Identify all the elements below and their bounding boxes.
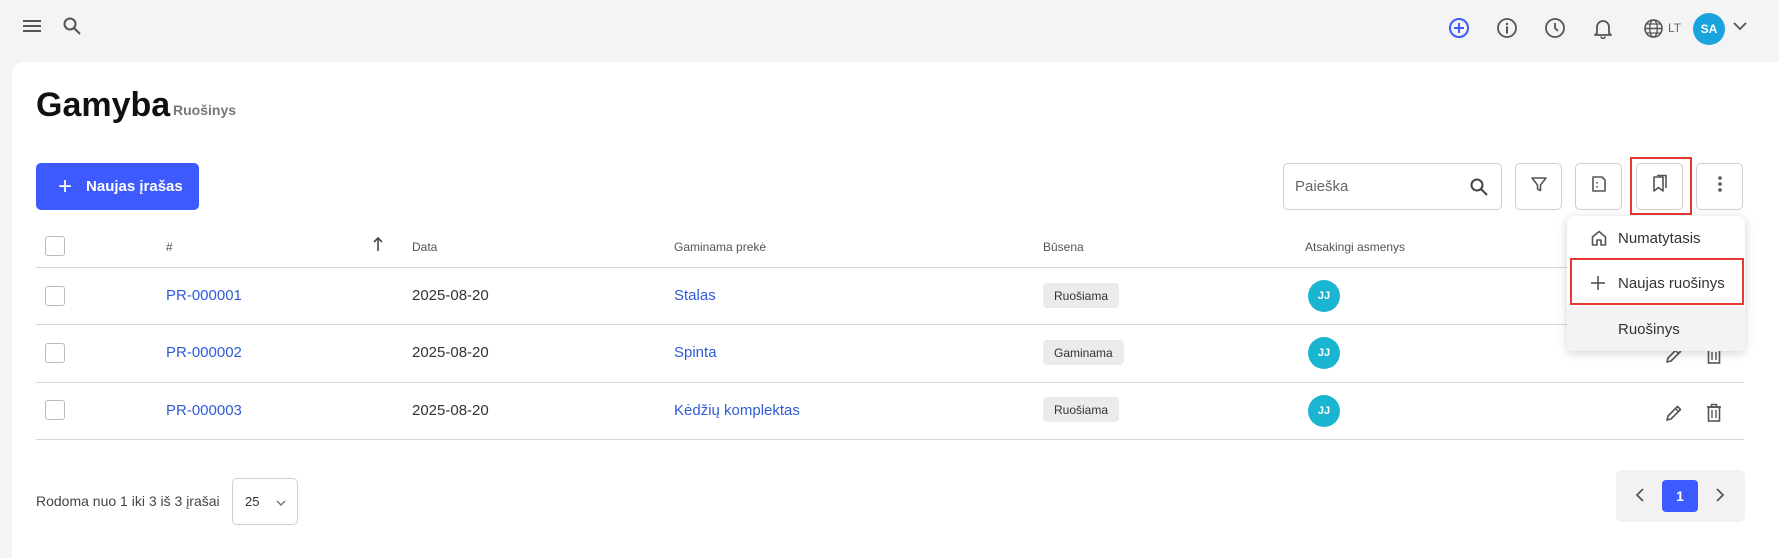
- select-all-checkbox[interactable]: [45, 236, 65, 256]
- divider: [36, 439, 1744, 440]
- plus-icon: [1590, 275, 1610, 291]
- saved-views-button[interactable]: [1636, 163, 1683, 210]
- columns-button[interactable]: [1575, 163, 1622, 210]
- menu-item-default-view[interactable]: Numatytasis: [1567, 216, 1745, 260]
- person-avatar[interactable]: JJ: [1308, 395, 1340, 427]
- info-icon[interactable]: [1496, 17, 1518, 39]
- saved-views-menu: Numatytasis Naujas ruošinys Ruošinys: [1567, 216, 1745, 351]
- chevron-left-icon[interactable]: [1635, 486, 1645, 509]
- column-header-product[interactable]: Gaminama prekė: [674, 240, 766, 254]
- user-avatar[interactable]: SA: [1693, 13, 1725, 45]
- menu-item-label: Ruošinys: [1618, 320, 1680, 338]
- record-date: 2025-08-20: [412, 344, 489, 361]
- chevron-right-icon[interactable]: [1715, 486, 1725, 509]
- search-input[interactable]: [1295, 178, 1465, 195]
- chevron-down-icon: [275, 495, 287, 510]
- divider: [36, 382, 1744, 383]
- columns-icon: [1590, 175, 1608, 198]
- search-icon[interactable]: [1469, 177, 1489, 202]
- record-date: 2025-08-20: [412, 402, 489, 419]
- column-header-responsible[interactable]: Atsakingi asmenys: [1305, 240, 1405, 254]
- status-badge: Gaminama: [1043, 340, 1124, 365]
- bookmark-icon: [1650, 174, 1670, 199]
- person-avatar[interactable]: JJ: [1308, 280, 1340, 312]
- record-id-link[interactable]: PR-000001: [166, 287, 242, 304]
- column-header-id[interactable]: #: [166, 240, 173, 254]
- chevron-down-icon[interactable]: [1732, 21, 1748, 31]
- pagination: 1: [1616, 470, 1745, 522]
- person-avatar[interactable]: JJ: [1308, 337, 1340, 369]
- divider: [36, 267, 1744, 268]
- record-id-link[interactable]: PR-000002: [166, 344, 242, 361]
- status-badge: Ruošiama: [1043, 397, 1120, 422]
- edit-icon[interactable]: [1664, 403, 1684, 428]
- page-size-select[interactable]: 25: [232, 478, 298, 525]
- divider: [36, 324, 1744, 325]
- more-options-button[interactable]: [1696, 163, 1743, 210]
- page-size-value: 25: [245, 494, 260, 509]
- home-icon: [1590, 229, 1610, 247]
- record-date: 2025-08-20: [412, 287, 489, 304]
- pagination-summary: Rodoma nuo 1 iki 3 iš 3 įrašai: [36, 493, 220, 509]
- menu-item-saved-view[interactable]: Ruošinys: [1567, 307, 1745, 351]
- product-link[interactable]: Stalas: [674, 287, 716, 304]
- sort-ascending-icon[interactable]: [372, 236, 384, 257]
- menu-icon[interactable]: [22, 17, 42, 35]
- row-checkbox[interactable]: [45, 286, 65, 306]
- delete-icon[interactable]: [1705, 403, 1723, 428]
- top-bar: LT SA: [0, 0, 1779, 58]
- page-subtitle: Ruošinys: [173, 102, 237, 118]
- column-header-status[interactable]: Būsena: [1043, 240, 1084, 254]
- globe-icon[interactable]: [1643, 18, 1664, 39]
- search-field[interactable]: [1283, 163, 1502, 210]
- clock-icon[interactable]: [1544, 17, 1566, 39]
- row-checkbox[interactable]: [45, 400, 65, 420]
- product-link[interactable]: Spinta: [674, 344, 717, 361]
- search-icon[interactable]: [62, 16, 82, 36]
- filter-button[interactable]: [1515, 163, 1562, 210]
- menu-item-label: Naujas ruošinys: [1618, 274, 1725, 292]
- new-record-button[interactable]: + Naujas įrašas: [36, 163, 199, 210]
- record-id-link[interactable]: PR-000003: [166, 402, 242, 419]
- bell-icon[interactable]: [1593, 17, 1613, 39]
- filter-icon: [1530, 175, 1548, 198]
- column-header-date[interactable]: Data: [412, 240, 437, 254]
- row-checkbox[interactable]: [45, 343, 65, 363]
- plus-icon: +: [58, 172, 73, 200]
- status-badge: Ruošiama: [1043, 283, 1120, 308]
- menu-item-label: Numatytasis: [1618, 229, 1701, 247]
- page-number-button[interactable]: 1: [1662, 480, 1698, 512]
- new-record-label: Naujas įrašas: [86, 178, 183, 195]
- page-title: Gamyba: [36, 86, 171, 124]
- language-label[interactable]: LT: [1668, 21, 1681, 35]
- add-circle-icon[interactable]: [1448, 17, 1470, 39]
- menu-item-new-view[interactable]: Naujas ruošinys: [1567, 261, 1745, 305]
- product-link[interactable]: Kėdžių komplektas: [674, 402, 800, 419]
- more-vertical-icon: [1717, 175, 1723, 198]
